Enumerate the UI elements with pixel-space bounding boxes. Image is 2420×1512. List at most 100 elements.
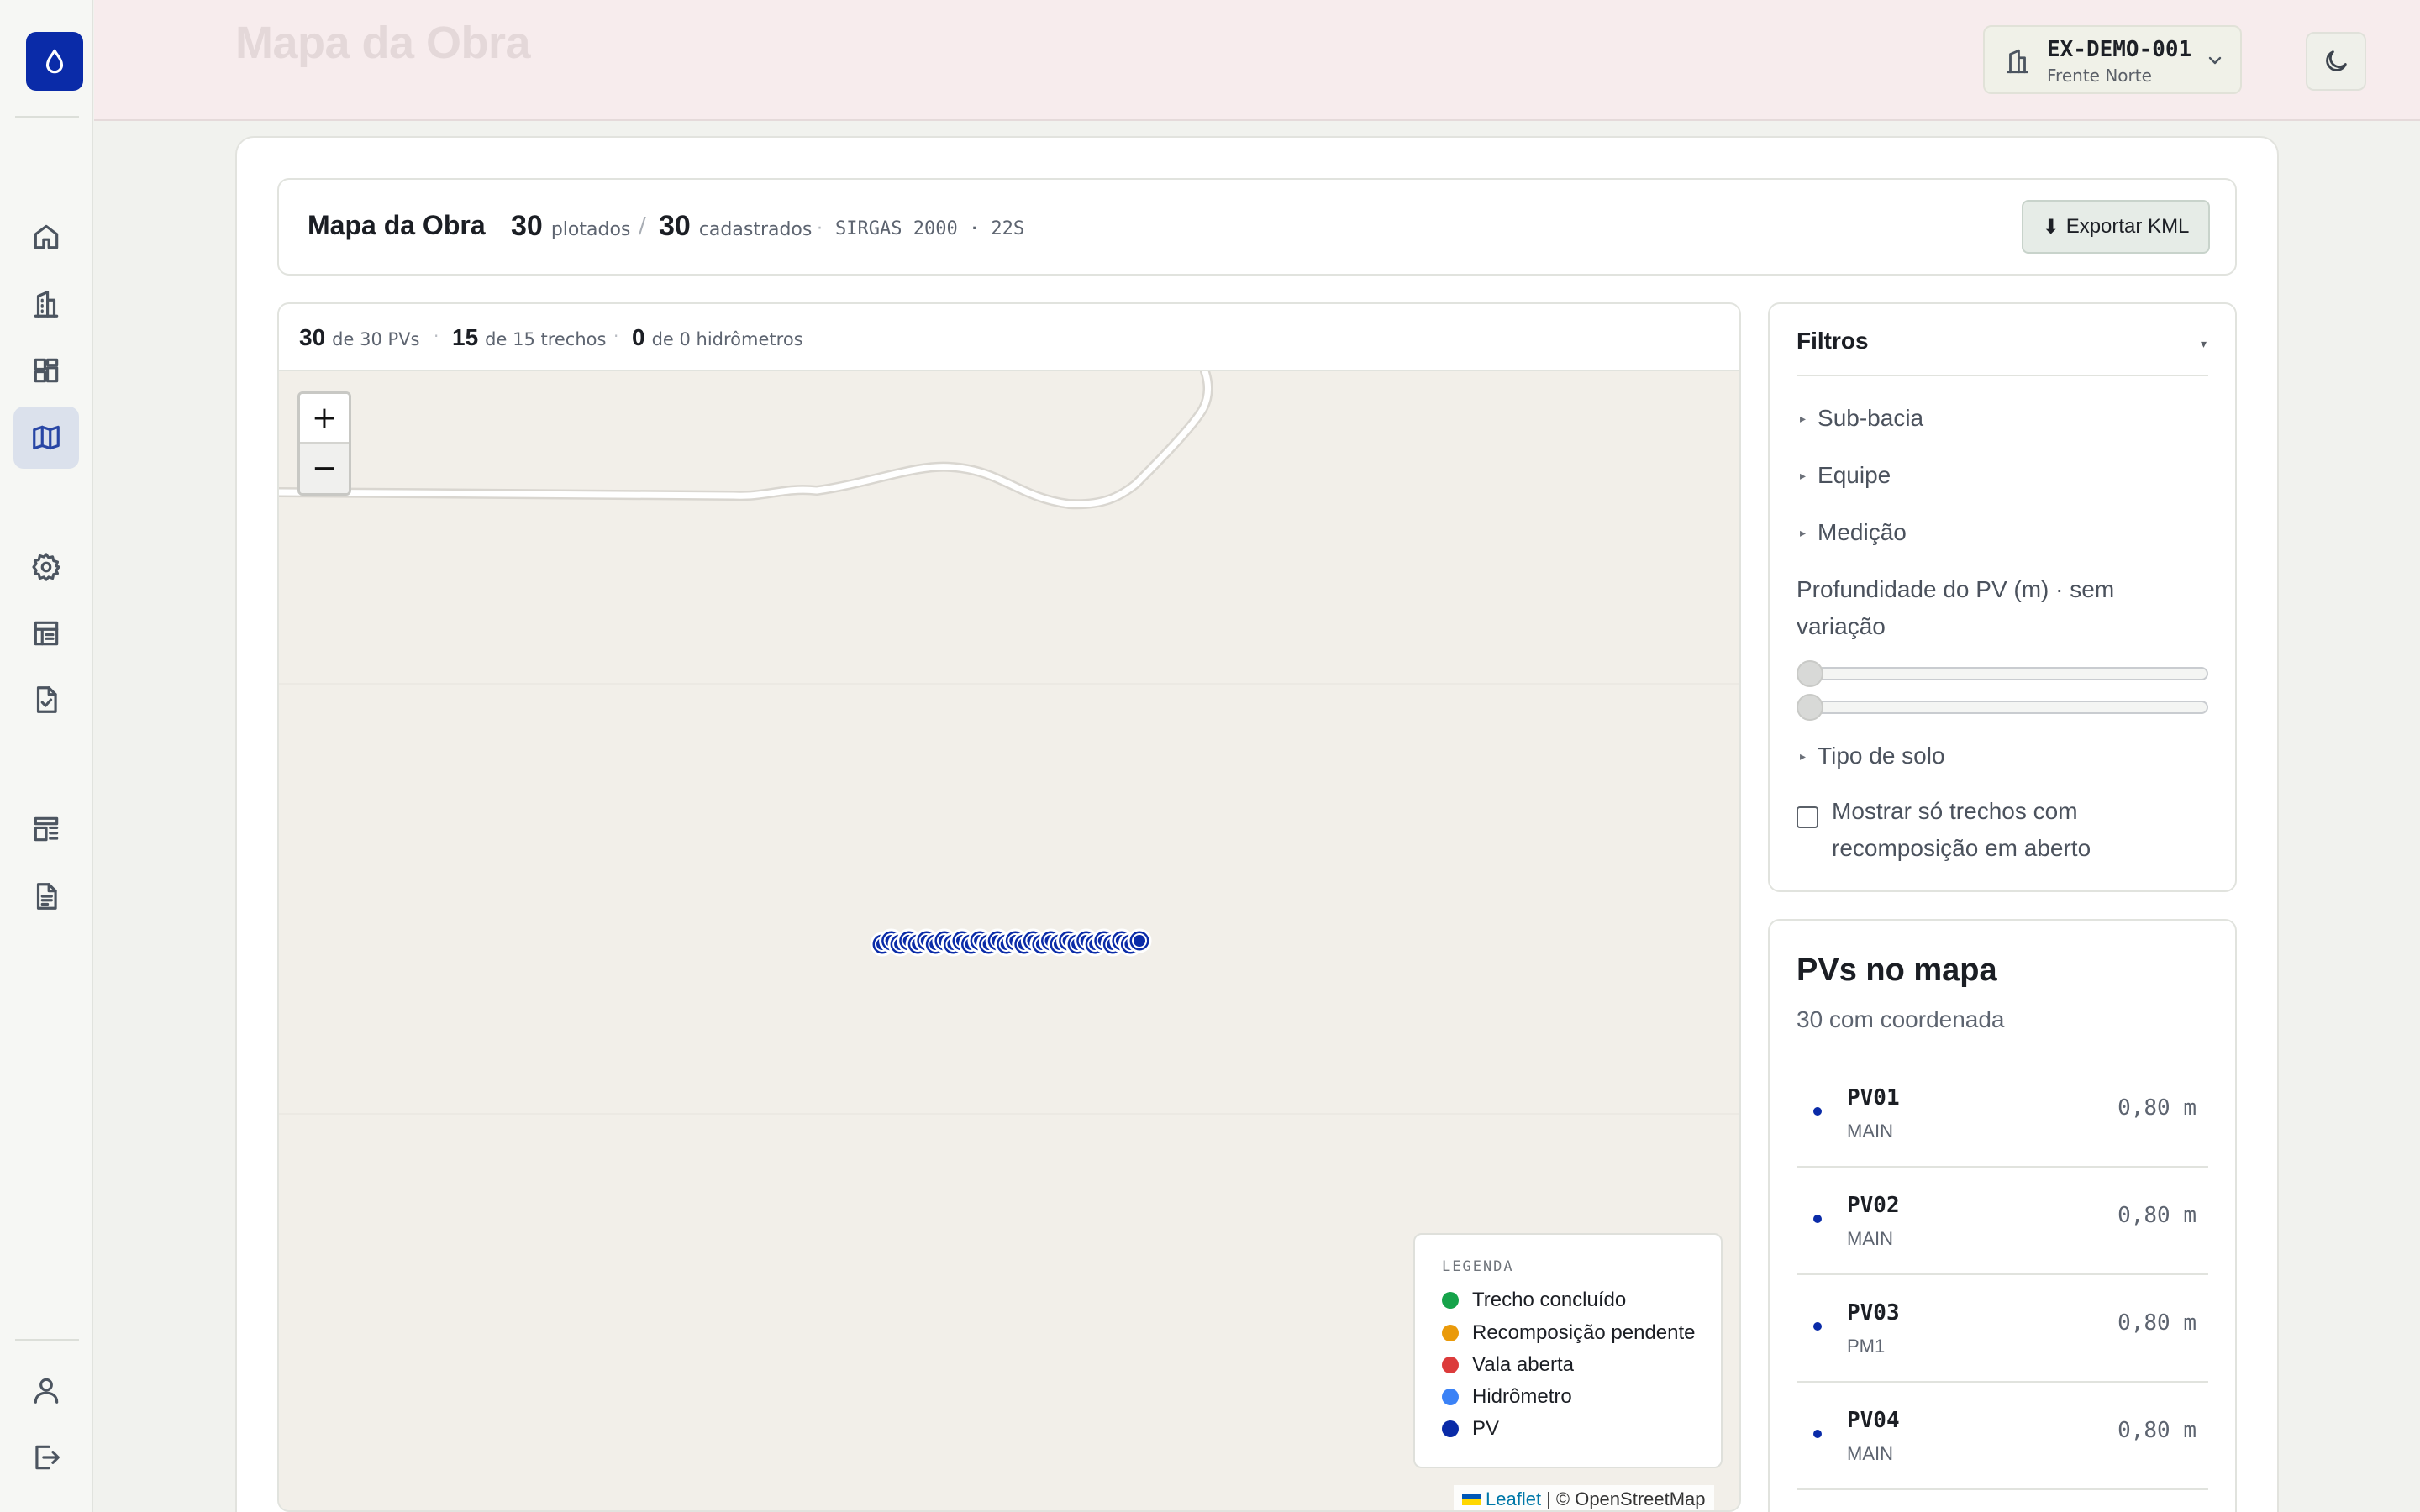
stat-separator: / xyxy=(639,213,646,239)
legend-label: Recomposição pendente xyxy=(1472,1321,1696,1344)
filter-equipe[interactable]: ▸ Equipe xyxy=(1800,462,1891,489)
depth-max-slider[interactable] xyxy=(1797,694,2208,721)
pv-list-panel: PVs no mapa 30 com coordenada PV01 MAIN … xyxy=(1768,919,2237,1512)
caret-right-icon: ▸ xyxy=(1800,411,1807,425)
nav-documentos[interactable] xyxy=(13,865,79,927)
pv-markers xyxy=(870,928,1152,957)
registered-count: 30 xyxy=(659,210,691,242)
sidebar xyxy=(0,0,93,1512)
pv-name: PV04 xyxy=(1847,1408,1900,1433)
recomposicao-checkbox-row[interactable]: Mostrar só trechos com recomposição em a… xyxy=(1797,793,2185,867)
theme-toggle-button[interactable] xyxy=(2306,32,2366,91)
filter-sub-bacia[interactable]: ▸ Sub-bacia xyxy=(1800,405,1923,432)
hidro-stat: 0 de 0 hidrômetros xyxy=(632,324,803,351)
slider-thumb[interactable] xyxy=(1797,660,1823,687)
filter-medicao[interactable]: ▸ Medição xyxy=(1800,519,1907,546)
nav-mapa[interactable] xyxy=(13,407,79,469)
download-icon: ⬇ xyxy=(2042,215,2060,239)
map-container: 30 de 30 PVs · 15 de 15 trechos · 0 de 0… xyxy=(277,302,1741,1512)
logout-icon xyxy=(35,1445,60,1470)
map-icon xyxy=(33,425,60,450)
plotted-stat: 30 plotados xyxy=(511,210,630,243)
legend-item: Recomposição pendente xyxy=(1442,1321,1696,1345)
pv-marker[interactable] xyxy=(1127,928,1152,953)
project-selector[interactable]: EX-DEMO-001 Frente Norte xyxy=(1983,25,2242,94)
slider-thumb[interactable] xyxy=(1797,694,1823,721)
filter-label: Sub-bacia xyxy=(1818,405,1924,431)
filters-header[interactable]: Filtros ▾ xyxy=(1797,328,2208,376)
plotted-count: 30 xyxy=(511,210,543,242)
filter-label: Medição xyxy=(1818,519,1907,545)
pv-name: PV03 xyxy=(1847,1300,1900,1326)
chevron-down-icon xyxy=(2208,56,2222,65)
map-stats-bar: 30 de 30 PVs · 15 de 15 trechos · 0 de 0… xyxy=(279,304,1739,371)
trechos-count: 15 xyxy=(452,324,479,350)
legend-label: PV xyxy=(1472,1417,1500,1440)
filter-label: Tipo de solo xyxy=(1818,743,1945,769)
building-icon xyxy=(2007,49,2028,74)
moon-icon xyxy=(2326,50,2347,71)
hidro-count: 0 xyxy=(632,324,645,350)
summary-bar: Mapa da Obra 30 plotados / 30 cadastrado… xyxy=(277,178,2237,276)
pv-depth: 0,80 m xyxy=(2118,1203,2196,1228)
nav-tabelas[interactable] xyxy=(13,602,79,664)
caret-right-icon: ▸ xyxy=(1800,748,1807,763)
filters-panel: Filtros ▾ ▸ Sub-bacia ▸ Equipe ▸ Medição… xyxy=(1768,302,2237,892)
nav-home[interactable] xyxy=(13,206,79,268)
caret-right-icon: ▸ xyxy=(1800,468,1807,482)
registered-label: cadastrados xyxy=(698,219,813,240)
filters-title: Filtros xyxy=(1797,328,1869,354)
pv-depth: 0,80 m xyxy=(2118,1310,2196,1336)
nav-obras[interactable] xyxy=(13,273,79,335)
export-kml-label: Exportar KML xyxy=(2065,215,2190,238)
zoom-in-button[interactable]: + xyxy=(300,394,349,444)
legend-item: Trecho concluído xyxy=(1442,1289,1626,1312)
ukraine-flag-icon xyxy=(1462,1494,1481,1505)
depth-min-slider[interactable] xyxy=(1797,660,2208,687)
pv-list-subtitle: 30 com coordenada xyxy=(1797,1006,2005,1032)
pv-list-item[interactable]: PV03 PM1 0,80 m xyxy=(1797,1275,2208,1383)
pv-group: MAIN xyxy=(1847,1121,1893,1142)
pv-group: MAIN xyxy=(1847,1443,1893,1464)
top-header: Mapa da Obra EX-DEMO-001 Frente Norte xyxy=(94,0,2420,121)
legend-label: Hidrômetro xyxy=(1472,1385,1572,1408)
recomposicao-checkbox[interactable] xyxy=(1797,806,1818,828)
app-logo[interactable] xyxy=(26,32,83,91)
pvs-stat: 30 de 30 PVs xyxy=(299,324,419,351)
sidebar-divider xyxy=(15,116,79,118)
pv-bullet xyxy=(1813,1322,1822,1331)
osm-attribution[interactable]: | © OpenStreetMap xyxy=(1546,1488,1705,1510)
map-legend: LEGENDA Trecho concluído Recomposição pe… xyxy=(1413,1233,1723,1468)
leaflet-link[interactable]: Leaflet xyxy=(1486,1488,1541,1510)
summary-title: Mapa da Obra xyxy=(308,210,486,240)
pv-bullet xyxy=(1813,1107,1822,1116)
nav-checklist[interactable] xyxy=(13,669,79,731)
export-kml-button[interactable]: ⬇ Exportar KML xyxy=(2022,200,2210,254)
nav-configuracoes[interactable] xyxy=(13,536,79,598)
zoom-control: + − xyxy=(297,391,351,496)
layout-icon xyxy=(34,816,59,842)
legend-item: Vala aberta xyxy=(1442,1353,1574,1377)
project-front: Frente Norte xyxy=(2047,66,2152,86)
pv-list-item[interactable]: PV01 MAIN 0,80 m xyxy=(1797,1060,2208,1168)
pv-list-item[interactable]: PV02 MAIN 0,80 m xyxy=(1797,1168,2208,1275)
drop-icon xyxy=(45,49,64,74)
filter-tipo-solo[interactable]: ▸ Tipo de solo xyxy=(1800,743,1945,769)
pv-group: MAIN xyxy=(1847,1228,1893,1249)
nav-dashboard[interactable] xyxy=(13,339,79,402)
project-code: EX-DEMO-001 xyxy=(2047,37,2192,62)
filter-label: Equipe xyxy=(1818,462,1891,488)
pv-bullet xyxy=(1813,1430,1822,1438)
hidro-label: de 0 hidrômetros xyxy=(651,329,803,349)
registered-stat: 30 cadastrados xyxy=(659,210,812,243)
document-icon xyxy=(36,883,57,910)
caret-down-icon: ▾ xyxy=(2200,338,2207,351)
pv-list-title: PVs no mapa xyxy=(1797,953,1997,988)
pv-list-item[interactable]: PV04 MAIN 0,80 m xyxy=(1797,1383,2208,1490)
nav-perfil[interactable] xyxy=(13,1359,79,1421)
legend-swatch xyxy=(1442,1420,1459,1437)
zoom-out-button[interactable]: − xyxy=(300,444,349,493)
nav-sair[interactable] xyxy=(13,1426,79,1488)
pvs-label: de 30 PVs xyxy=(332,329,420,349)
nav-layout[interactable] xyxy=(13,798,79,860)
